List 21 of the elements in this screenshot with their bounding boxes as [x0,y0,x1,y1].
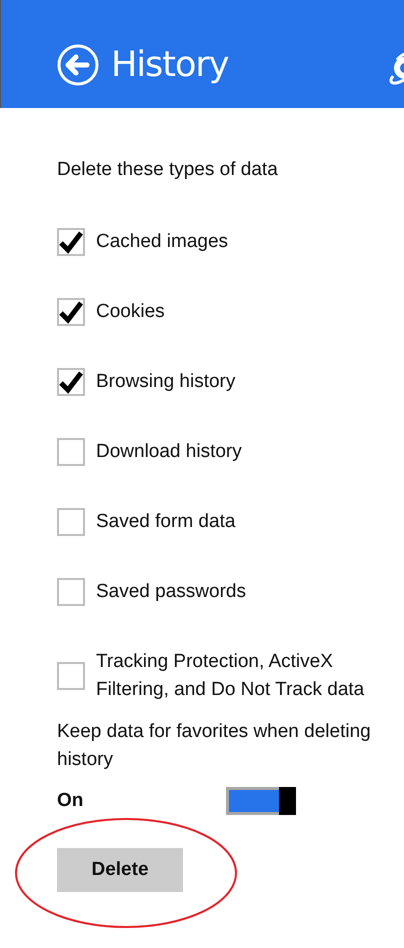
section-label: Delete these types of data [57,158,279,182]
option-label: Tracking Protection, ActiveX Filtering, and Do Not Track data [96,650,366,702]
back-button[interactable] [57,44,99,86]
checkbox[interactable] [57,228,85,256]
option-label: Saved passwords [96,580,246,604]
option-label: Download history [96,440,242,464]
option-label: Browsing history [96,370,236,394]
checkbox[interactable] [57,662,85,690]
toggle-switch[interactable] [226,787,296,815]
checkbox[interactable] [57,578,85,606]
delete-button[interactable]: Delete [57,848,183,892]
checkbox[interactable] [57,508,85,536]
option-label: Cached images [96,230,228,254]
toggle-state-label: On [57,790,84,812]
page-title: History [111,44,229,87]
checkbox[interactable] [57,368,85,396]
option-label: Saved form data [96,510,236,534]
setting-label: Keep data for favorites when deleting history [57,720,372,772]
checkbox[interactable] [57,438,85,466]
checkbox[interactable] [57,298,85,326]
option-label: Cookies [96,300,165,324]
